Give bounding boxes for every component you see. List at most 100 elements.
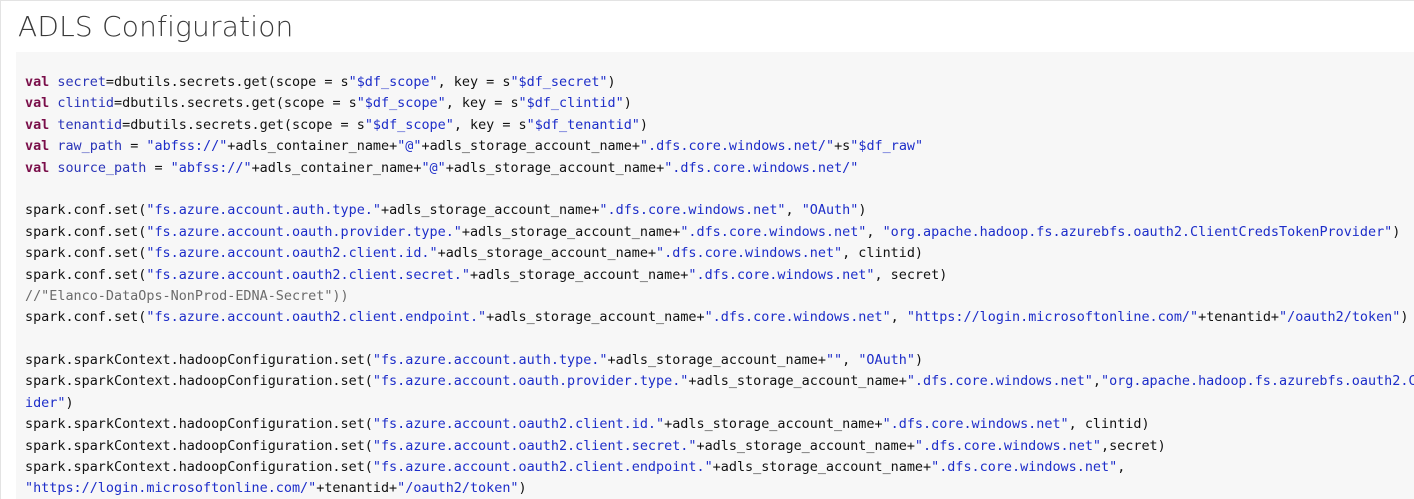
code-line: "https://login.microsoftonline.com/"+ten… [25,478,1414,499]
code-string: "https://login.microsoftonline.com/" [906,310,1199,326]
code-text: , [842,353,859,369]
code-string: "$df_tenantid" [526,117,640,133]
code-identifier: tenantid [57,117,123,133]
code-text: , key = s [453,117,527,133]
code-string: ".dfs.core.windows.net" [599,203,786,219]
code-text: ) [639,117,648,133]
code-text: , [1117,460,1126,476]
code-string: "org.apache.hadoop.fs.azurebfs.oauth2.Cl… [882,224,1393,240]
code-string: "$df_scope" [356,96,446,112]
code-string: ".dfs.core.windows.net" [704,310,891,326]
code-text: , [866,224,883,240]
code-text: +adls_storage_account_name+ [712,460,932,476]
code-string: "abfss://" [146,139,228,155]
code-text: +adls_storage_account_name+ [696,438,915,454]
code-string: "fs.azure.account.oauth2.client.id." [146,246,438,262]
code-string: ider" [25,395,66,411]
code-text: +adls_storage_account_name+ [437,246,657,262]
code-keyword: val [25,96,50,112]
code-string: "fs.azure.account.oauth.provider.type." [146,224,462,240]
code-line: spark.conf.set("fs.azure.account.oauth2.… [25,243,1414,264]
code-text: , [890,310,907,326]
code-text: spark.conf.set( [25,203,147,219]
code-text: = [146,160,171,176]
code-text: ) [1400,310,1409,326]
code-text: +adls_storage_account_name+ [688,374,907,390]
code-text: +adls_storage_account_name+ [607,353,826,369]
code-line: spark.sparkContext.hadoopConfiguration.s… [25,436,1414,457]
code-keyword: val [25,160,50,176]
code-line: spark.conf.set("fs.azure.account.oauth.p… [25,222,1414,243]
code-string: "fs.azure.account.oauth2.client.endpoint… [146,310,487,326]
code-string: "fs.azure.account.oauth2.client.secret." [146,267,470,283]
code-string: "OAuth" [801,203,859,219]
code-line: val clintid=dbutils.secrets.get(scope = … [25,93,1414,114]
code-string: "/oauth2/token" [1279,310,1401,326]
code-string: "$df_raw" [850,139,924,155]
code-text: , clintid) [1068,417,1150,433]
code-text: spark.conf.set( [25,246,147,262]
code-line: //"Elanco-DataOps-NonProd-EDNA-Secret")) [25,286,1414,307]
code-keyword: val [25,117,50,133]
code-text: +tenantid+ [1198,310,1280,326]
code-block[interactable]: val secret =dbutils.secrets.get(scope = s… [16,52,1414,499]
code-string: ".dfs.core.windows.net" [688,267,875,283]
code-keyword: val [25,75,50,90]
code-line: spark.conf.set("fs.azure.account.oauth2.… [25,265,1414,286]
code-string: "fs.azure.account.auth.type." [146,203,381,219]
code-line: val secret=dbutils.secrets.get(scope = s… [25,72,1414,93]
code-text: +adls_storage_account_name+ [421,139,640,155]
code-text: ) [623,96,632,112]
code-string: "OAuth" [858,353,915,369]
code-string: "https://login.microsoftonline.com/" [25,481,317,497]
code-text: ) [914,353,924,369]
code-line: spark.conf.set("fs.azure.account.oauth2.… [25,307,1414,328]
code-text: +s [834,139,851,155]
code-text: =dbutils.secrets.get(scope = s [114,96,357,112]
code-text: , key = s [445,96,519,112]
code-string: ".dfs.core.windows.net/" [664,160,859,176]
code-text: spark.conf.set( [25,267,147,283]
code-text: +adls_storage_account_name+ [380,203,600,219]
code-text: , [1092,374,1101,390]
code-text: spark.sparkContext.hadoopConfiguration.s… [25,374,373,390]
code-string: "$df_scope" [348,75,438,90]
code-identifier: secret [57,75,106,90]
code-line: ider") [25,393,1414,414]
code-line: val tenantid=dbutils.secrets.get(scope =… [25,115,1414,136]
code-line: spark.sparkContext.hadoopConfiguration.s… [25,414,1414,435]
code-text: spark.conf.set( [25,310,147,326]
page-title: ADLS Configuration [18,10,294,43]
code-line: spark.sparkContext.hadoopConfiguration.s… [25,350,1414,371]
code-comment: //"Elanco-DataOps-NonProd-EDNA-Secret")) [25,288,349,304]
notebook-cell: ADLS Configuration val secret =dbutils.se… [0,0,1414,499]
code-string: ".dfs.core.windows.net" [882,417,1069,433]
code-string: "fs.azure.account.oauth2.client.endpoint… [372,460,713,476]
code-text: , key = s [437,75,511,90]
code-line: val source_path = "abfss://"+adls_contai… [25,158,1414,179]
code-identifier: source_path [57,160,147,176]
code-text: spark.sparkContext.hadoopConfiguration.s… [25,353,373,369]
code-line: val raw_path = "abfss://"+adls_container… [25,136,1414,157]
code-string: ".dfs.core.windows.net" [931,460,1118,476]
code-string: "/oauth2/token" [397,481,519,497]
code-keyword: val [25,139,50,155]
code-text: spark.sparkContext.hadoopConfiguration.s… [25,417,373,433]
code-content: val secret =dbutils.secrets.get(scope = s… [25,72,1414,499]
code-identifier: raw_path [57,139,123,155]
code-text: +adls_storage_account_name+ [469,267,689,283]
code-text: spark.sparkContext.hadoopConfiguration.s… [25,460,373,476]
code-string: "" [825,353,843,369]
code-string: "@" [397,139,422,155]
code-text: ) [858,203,867,219]
code-text: +adls_container_name+ [227,139,398,155]
code-text: , clintid) [842,246,924,262]
code-string: ".dfs.core.windows.net" [680,224,867,240]
code-string: "$df_clintid" [518,96,624,112]
code-text: = [122,139,147,155]
code-text: +tenantid+ [316,481,398,497]
code-line: spark.conf.set("fs.azure.account.auth.ty… [25,200,1414,221]
code-text: spark.conf.set( [25,224,147,240]
